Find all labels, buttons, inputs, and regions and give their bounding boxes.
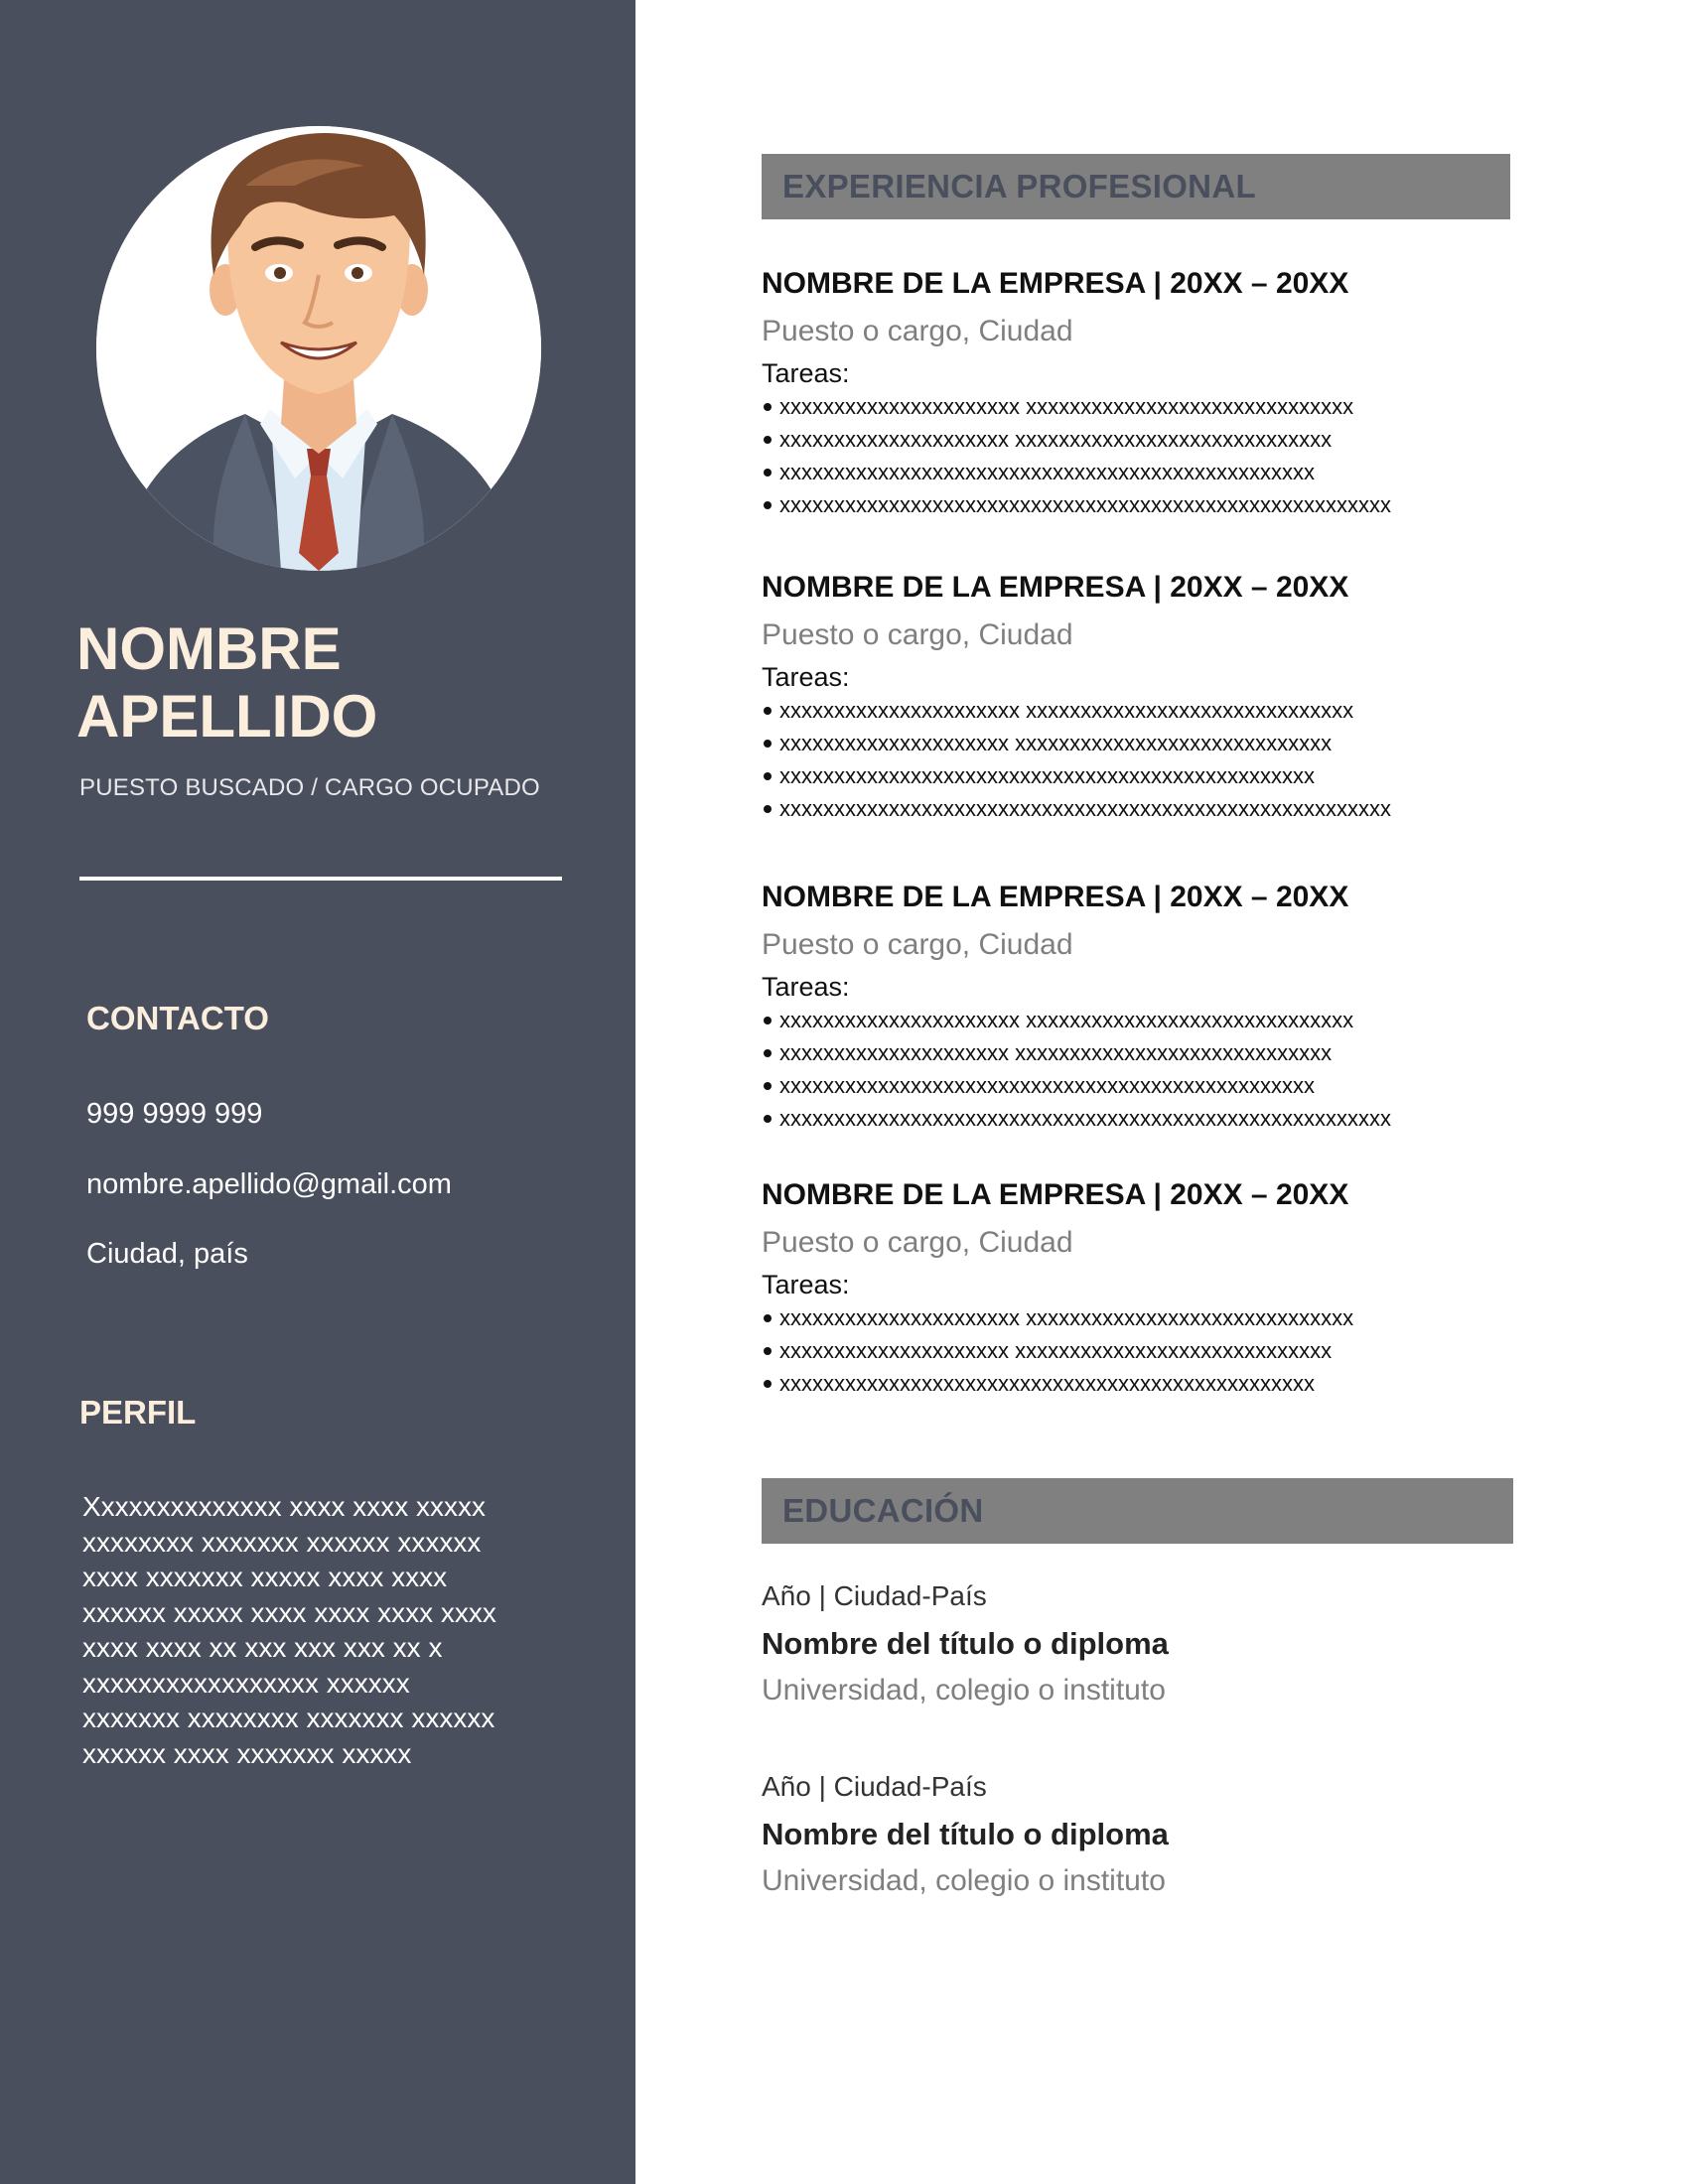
job-entry: NOMBRE DE LA EMPRESA | 20XX – 20XX Puest… xyxy=(762,570,1635,825)
task-item: xxxxxxxxxxxxxxxxxxxxx xxxxxxxxxxxxxxxxxx… xyxy=(762,423,1635,456)
job-subtitle: PUESTO BUSCADO / CARGO OCUPADO xyxy=(79,774,540,801)
first-name: NOMBRE xyxy=(76,615,342,682)
profile-line: xxxxxxxx xxxxxxx xxxxxx xxxxxx xyxy=(82,1526,482,1558)
education-year-location: Año | Ciudad-País xyxy=(762,1771,987,1802)
profile-line: Xxxxxxxxxxxxxx xxxx xxxx xxxxx xyxy=(82,1491,487,1522)
education-heading: EDUCACIÓN xyxy=(782,1492,984,1529)
phone-number: 999 9999 999 xyxy=(86,1098,263,1130)
task-item: xxxxxxxxxxxxxxxxxxxxxxxxxxxxxxxxxxxxxxxx… xyxy=(762,759,1635,792)
company-title: NOMBRE DE LA EMPRESA | 20XX – 20XX xyxy=(762,881,1349,913)
bullet-icon xyxy=(764,1016,772,1024)
job-role: Puesto o cargo, Ciudad xyxy=(762,315,1073,347)
profile-line: xxxx xxxx xx xxx xxx xxx xx x xyxy=(82,1632,443,1663)
man-in-suit-avatar-icon xyxy=(96,126,541,571)
bullet-icon xyxy=(764,804,772,813)
tasks-label: Tareas: xyxy=(762,358,850,388)
profile-line: xxxx xxxxxxx xxxxx xxxx xxxx xyxy=(82,1562,448,1592)
task-item: xxxxxxxxxxxxxxxxxxxxx xxxxxxxxxxxxxxxxxx… xyxy=(762,727,1635,759)
task-item: xxxxxxxxxxxxxxxxxxxxxxxxxxxxxxxxxxxxxxxx… xyxy=(762,1069,1635,1102)
bullet-icon xyxy=(764,402,772,411)
contact-heading: CONTACTO xyxy=(86,1000,269,1036)
profile-line: xxxxxxx xxxxxxxx xxxxxxx xxxxxx xyxy=(82,1703,495,1733)
bullet-icon xyxy=(764,468,772,477)
bullet-icon xyxy=(764,771,772,780)
tasks-label: Tareas: xyxy=(762,1270,850,1299)
last-name: APELLIDO xyxy=(76,683,378,750)
task-item: xxxxxxxxxxxxxxxxxxxxxxxxxxxxxxxxxxxxxxxx… xyxy=(762,456,1635,488)
company-title: NOMBRE DE LA EMPRESA | 20XX – 20XX xyxy=(762,1178,1349,1211)
profile-text: Xxxxxxxxxxxxxx xxxx xxxx xxxxx xxxxxxxx … xyxy=(82,1489,559,1771)
task-item: xxxxxxxxxxxxxxxxxxxxxxxxxxxxxxxxxxxxxxxx… xyxy=(762,792,1635,825)
task-item: xxxxxxxxxxxxxxxxxxxxxxxxxxxxxxxxxxxxxxxx… xyxy=(762,488,1635,521)
bullet-icon xyxy=(764,1114,772,1123)
task-item: xxxxxxxxxxxxxxxxxxxxx xxxxxxxxxxxxxxxxxx… xyxy=(762,1334,1635,1367)
education-entry: Año | Ciudad-País Nombre del título o di… xyxy=(762,1770,1635,1899)
institution-name: Universidad, colegio o instituto xyxy=(762,1674,1166,1706)
degree-name: Nombre del título o diploma xyxy=(762,1626,1169,1661)
job-role: Puesto o cargo, Ciudad xyxy=(762,618,1073,651)
bullet-icon xyxy=(764,1081,772,1090)
task-list: xxxxxxxxxxxxxxxxxxxxxx xxxxxxxxxxxxxxxxx… xyxy=(762,694,1635,825)
task-list: xxxxxxxxxxxxxxxxxxxxxx xxxxxxxxxxxxxxxxx… xyxy=(762,1301,1635,1400)
tasks-label: Tareas: xyxy=(762,662,850,692)
education-section-header: EDUCACIÓN xyxy=(762,1478,1513,1544)
task-item: xxxxxxxxxxxxxxxxxxxxxx xxxxxxxxxxxxxxxxx… xyxy=(762,1301,1635,1334)
email-address: nombre.apellido@gmail.com xyxy=(86,1168,452,1200)
task-item: xxxxxxxxxxxxxxxxxxxxxxxxxxxxxxxxxxxxxxxx… xyxy=(762,1367,1635,1400)
profile-line: xxxxxx xxxxx xxxx xxxx xxxx xxxx xyxy=(82,1596,496,1628)
task-item: xxxxxxxxxxxxxxxxxxxxxx xxxxxxxxxxxxxxxxx… xyxy=(762,390,1635,423)
profile-line: xxxxxx xxxx xxxxxxx xxxxx xyxy=(82,1737,412,1769)
job-role: Puesto o cargo, Ciudad xyxy=(762,1226,1073,1259)
sidebar: NOMBRE APELLIDO PUESTO BUSCADO / CARGO O… xyxy=(0,0,635,2184)
task-list: xxxxxxxxxxxxxxxxxxxxxx xxxxxxxxxxxxxxxxx… xyxy=(762,390,1635,521)
education-year-location: Año | Ciudad-País xyxy=(762,1580,987,1611)
task-item: xxxxxxxxxxxxxxxxxxxxxxxxxxxxxxxxxxxxxxxx… xyxy=(762,1102,1635,1135)
job-entry: NOMBRE DE LA EMPRESA | 20XX – 20XX Puest… xyxy=(762,1177,1635,1400)
profile-photo xyxy=(96,126,541,571)
bullet-icon xyxy=(764,739,772,748)
job-role: Puesto o cargo, Ciudad xyxy=(762,928,1073,961)
task-item: xxxxxxxxxxxxxxxxxxxxx xxxxxxxxxxxxxxxxxx… xyxy=(762,1036,1635,1069)
job-entry: NOMBRE DE LA EMPRESA | 20XX – 20XX Puest… xyxy=(762,880,1635,1135)
task-list: xxxxxxxxxxxxxxxxxxxxxx xxxxxxxxxxxxxxxxx… xyxy=(762,1004,1635,1135)
bullet-icon xyxy=(764,435,772,444)
bullet-icon xyxy=(764,1313,772,1322)
sidebar-divider xyxy=(79,877,562,881)
task-item: xxxxxxxxxxxxxxxxxxxxxx xxxxxxxxxxxxxxxxx… xyxy=(762,694,1635,727)
task-item: xxxxxxxxxxxxxxxxxxxxxx xxxxxxxxxxxxxxxxx… xyxy=(762,1004,1635,1036)
education-entry: Año | Ciudad-País Nombre del título o di… xyxy=(762,1579,1635,1708)
institution-name: Universidad, colegio o instituto xyxy=(762,1864,1166,1897)
job-entry: NOMBRE DE LA EMPRESA | 20XX – 20XX Puest… xyxy=(762,266,1635,521)
location: Ciudad, país xyxy=(86,1238,248,1270)
bullet-icon xyxy=(764,500,772,509)
bullet-icon xyxy=(764,1379,772,1388)
bullet-icon xyxy=(764,706,772,715)
profile-heading: PERFIL xyxy=(79,1394,197,1431)
bullet-icon xyxy=(764,1346,772,1355)
experience-heading: EXPERIENCIA PROFESIONAL xyxy=(782,168,1256,205)
experience-section-header: EXPERIENCIA PROFESIONAL xyxy=(762,154,1510,219)
company-title: NOMBRE DE LA EMPRESA | 20XX – 20XX xyxy=(762,267,1349,300)
profile-line: xxxxxxxxxxxxxxxxx xxxxxx xyxy=(82,1667,410,1699)
bullet-icon xyxy=(764,1048,772,1057)
degree-name: Nombre del título o diploma xyxy=(762,1817,1169,1851)
candidate-name: NOMBRE APELLIDO xyxy=(76,615,377,751)
company-title: NOMBRE DE LA EMPRESA | 20XX – 20XX xyxy=(762,571,1349,604)
tasks-label: Tareas: xyxy=(762,972,850,1002)
